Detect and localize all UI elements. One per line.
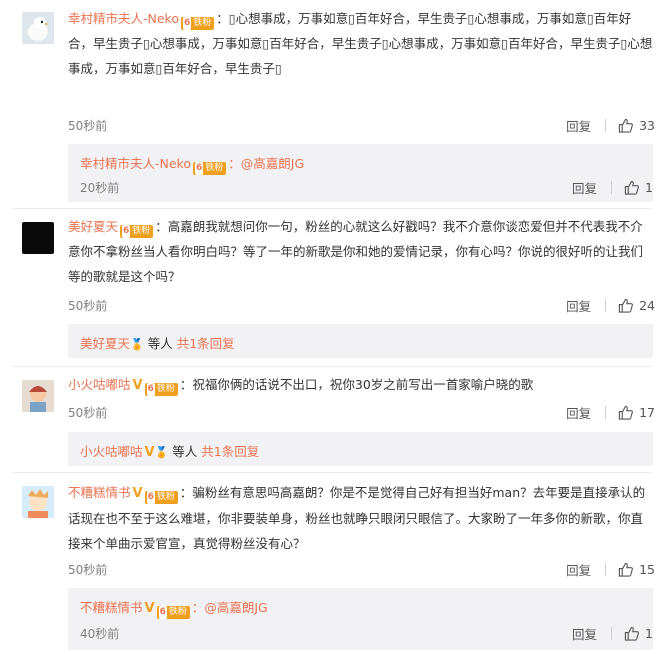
v-verified-icon: V: [144, 601, 155, 616]
fan-badge: 6 铁粉: [193, 162, 227, 175]
comment-text: 不糟糕情书 V 6 铁粉 ：骗粉丝有意思吗高嘉朗？你是不是觉得自己好有担当好man？去年…: [68, 480, 653, 556]
thumb-up-icon[interactable]: [624, 180, 639, 195]
like-count: 24: [639, 298, 655, 313]
v-verified-icon: V: [132, 486, 143, 501]
thumb-up-icon[interactable]: [618, 118, 633, 133]
reply-username[interactable]: 小火咕嘟咕: [80, 444, 143, 459]
comment-text: 幸村精市夫人-Neko 6 铁粉 ：▯心想事成，万事如意▯百年好合，早生贵子▯心想事成…: [68, 6, 653, 81]
like-count: 17: [639, 405, 655, 420]
reply-username[interactable]: 不糟糕情书: [80, 600, 143, 615]
divider: [605, 406, 607, 419]
reply-thread: 美好夏天🏅 等人 共1条回复: [68, 324, 653, 358]
reply-thread: 小火咕嘟咕 V🏅 等人 共1条回复: [68, 432, 653, 466]
reply-thread: 幸村精市夫人-Neko 6 铁粉 ：@高嘉朗JG 20秒前 回复 1: [68, 144, 653, 202]
like-count: 33: [639, 118, 655, 133]
comment-actions: 回复 15: [566, 560, 655, 579]
reply-line: 美好夏天🏅 等人 共1条回复: [80, 333, 235, 352]
like-count: 1: [645, 180, 653, 195]
divider: [605, 299, 607, 312]
reply-username[interactable]: 美好夏天: [80, 336, 130, 351]
avatar[interactable]: [22, 222, 54, 254]
reply-button[interactable]: 回复: [572, 624, 597, 643]
comment-actions: 回复 24: [566, 296, 655, 315]
avatar[interactable]: [22, 380, 54, 412]
comment-username[interactable]: 不糟糕情书: [68, 485, 131, 500]
reply-username[interactable]: 幸村精市夫人-Neko: [80, 156, 191, 171]
reply-button[interactable]: 回复: [566, 560, 591, 579]
reply-line: 幸村精市夫人-Neko 6 铁粉 ：@高嘉朗JG: [80, 153, 304, 175]
v-verified-icon: V: [132, 378, 143, 393]
comment-username[interactable]: 幸村精市夫人-Neko: [68, 11, 179, 26]
thumb-up-icon[interactable]: [618, 562, 633, 577]
comment-username[interactable]: 美好夏天: [68, 219, 118, 234]
comment-actions: 回复 17: [566, 403, 655, 422]
comment-time: 50秒前: [68, 406, 108, 420]
reply-thread: 不糟糕情书 V 6 铁粉 ：@高嘉朗JG 40秒前 回复 1: [68, 588, 653, 650]
thumb-up-icon[interactable]: [624, 626, 639, 641]
comment-text: 小火咕嘟咕 V 6 铁粉 ：祝福你俩的话说不出口，祝你30岁之前写出一首家喻户晓的歌: [68, 372, 653, 398]
reply-button[interactable]: 回复: [566, 403, 591, 422]
reply-time: 40秒前: [80, 627, 120, 641]
divider: [12, 366, 652, 367]
comment-time: 50秒前: [68, 563, 108, 577]
comment-time: 50秒前: [68, 119, 108, 133]
divider: [605, 119, 607, 132]
fan-badge: 6 铁粉: [120, 225, 154, 238]
reply-button[interactable]: 回复: [566, 116, 591, 135]
comment-text: 美好夏天 6 铁粉 ：高嘉朗我就想问你一句，粉丝的心就这么好戳吗？我不介意你谈恋爱但并…: [68, 214, 653, 289]
avatar[interactable]: [22, 12, 54, 44]
fan-badge: 6 铁粉: [144, 383, 178, 396]
reply-button[interactable]: 回复: [572, 178, 597, 197]
divider: [12, 472, 652, 473]
reply-summary: 等人: [147, 336, 173, 351]
reply-time: 20秒前: [80, 181, 120, 195]
comment-actions: 回复 33: [566, 116, 655, 135]
reply-content[interactable]: ：@高嘉朗JG: [192, 600, 268, 615]
view-replies-link[interactable]: 共1条回复: [201, 444, 259, 459]
reply-content[interactable]: ：@高嘉朗JG: [228, 156, 304, 171]
fan-level-icon: 🏅: [154, 446, 169, 459]
comment-content: ：祝福你俩的话说不出口，祝你30岁之前写出一首家喻户晓的歌: [179, 377, 534, 392]
reply-line: 不糟糕情书 V 6 铁粉 ：@高嘉朗JG: [80, 597, 268, 619]
divider: [605, 563, 607, 576]
thumb-up-icon[interactable]: [618, 298, 633, 313]
v-verified-icon: V: [144, 445, 155, 460]
fan-level-icon: 🏅: [130, 338, 144, 351]
reply-button[interactable]: 回复: [566, 296, 591, 315]
avatar[interactable]: [22, 486, 54, 518]
reply-actions: 回复 1: [572, 178, 653, 197]
fan-badge: 6 铁粉: [144, 491, 178, 504]
comment-content: ：高嘉朗我就想问你一句，粉丝的心就这么好戳吗？我不介意你谈恋爱但并不代表我不介意…: [68, 219, 644, 284]
divider: [611, 627, 613, 640]
like-count: 15: [639, 562, 655, 577]
comment-time: 50秒前: [68, 299, 108, 313]
reply-actions: 回复 1: [572, 624, 653, 643]
divider: [12, 208, 652, 209]
fan-badge: 6 铁粉: [156, 606, 190, 619]
like-count: 1: [645, 626, 653, 641]
comment-username[interactable]: 小火咕嘟咕: [68, 377, 131, 392]
view-replies-link[interactable]: 共1条回复: [177, 336, 235, 351]
reply-summary: 等人: [172, 444, 198, 459]
thumb-up-icon[interactable]: [618, 405, 633, 420]
reply-line: 小火咕嘟咕 V🏅 等人 共1条回复: [80, 441, 259, 460]
divider: [611, 181, 613, 194]
fan-badge: 6 铁粉: [181, 17, 215, 30]
